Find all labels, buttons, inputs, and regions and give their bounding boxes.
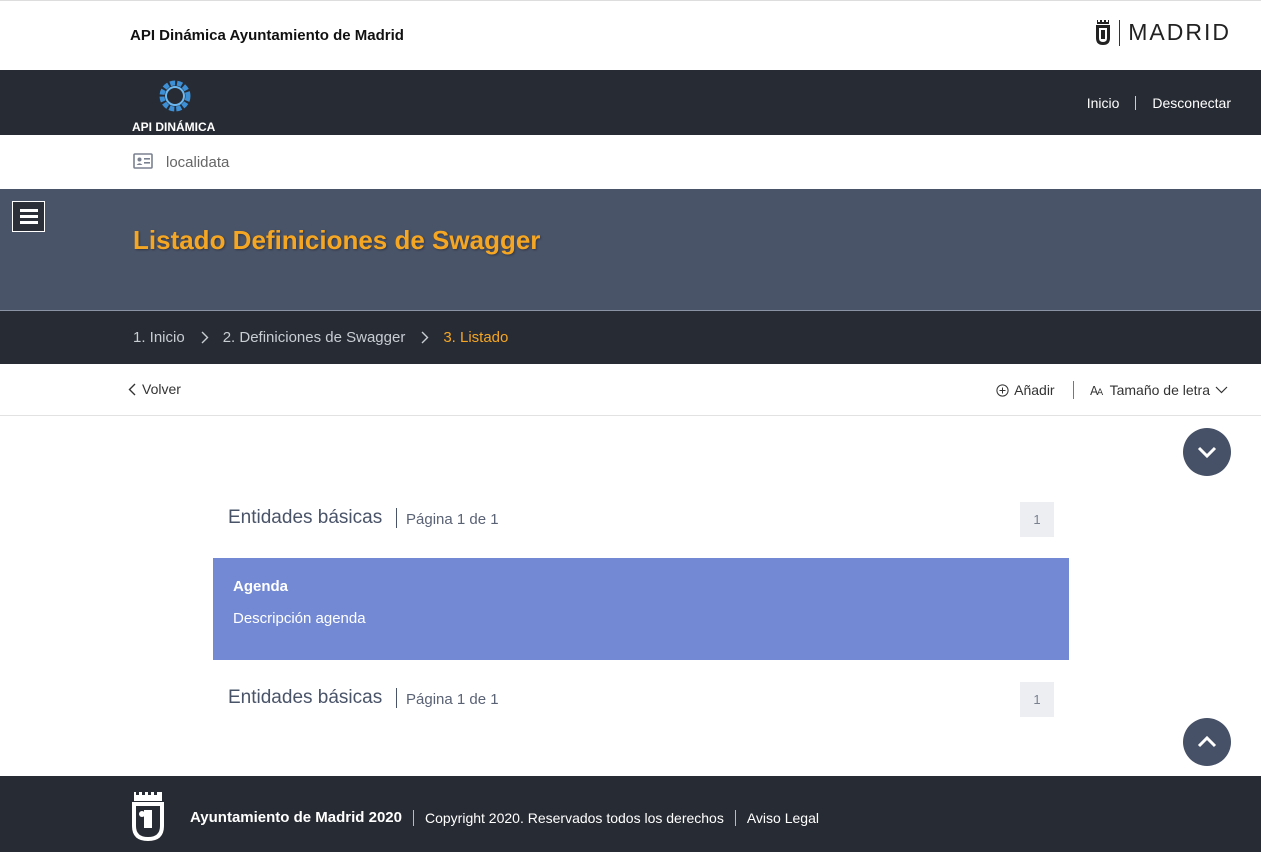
hamburger-icon	[19, 209, 38, 212]
footer-divider	[734, 809, 736, 826]
pagination-page-button[interactable]: 1	[1020, 682, 1054, 717]
font-size-dropdown[interactable]: AA Tamaño de letra	[1090, 382, 1228, 398]
user-name[interactable]: localidata	[166, 154, 229, 171]
chevron-right-icon	[201, 331, 209, 344]
footer-legal-link[interactable]: Aviso Legal	[747, 810, 819, 826]
breadcrumb: 1. Inicio 2. Definiciones de Swagger 3. …	[0, 310, 1261, 364]
page-title: Listado Definiciones de Swagger	[133, 225, 541, 255]
add-button[interactable]: Añadir	[996, 382, 1055, 398]
breadcrumb-item-listado: 3. Listado	[443, 329, 509, 346]
nav-link-desconectar[interactable]: Desconectar	[1152, 95, 1231, 111]
actions-bar: Volver Añadir AA Tamaño de letra	[0, 364, 1261, 416]
breadcrumb-item-definiciones[interactable]: 2. Definiciones de Swagger	[223, 329, 406, 346]
page-info: Página 1 de 1	[406, 691, 499, 708]
breadcrumb-item-inicio[interactable]: 1. Inicio	[133, 329, 185, 346]
back-label: Volver	[142, 381, 181, 397]
footer-org: Ayuntamiento de Madrid 2020	[190, 809, 402, 826]
hamburger-line	[19, 215, 38, 218]
hamburger-line	[19, 221, 38, 224]
chevron-left-icon	[128, 383, 136, 395]
page-hero: Listado Definiciones de Swagger	[0, 189, 1261, 310]
user-row: localidata	[0, 135, 1261, 189]
madrid-shield-icon	[1096, 19, 1111, 45]
page-info: Página 1 de 1	[406, 511, 499, 528]
font-size-icon: AA	[1090, 384, 1104, 396]
chevron-down-icon	[1215, 386, 1228, 394]
back-button[interactable]: Volver	[128, 381, 181, 397]
font-size-label: Tamaño de letra	[1109, 382, 1210, 398]
list-header-bottom: Entidades básicas Página 1 de 1 1	[213, 670, 1069, 730]
logo-text: API DINÁMICA	[132, 120, 216, 134]
list-item-description: Descripción agenda	[233, 610, 366, 627]
top-bar: API Dinámica Ayuntamiento de Madrid MADR…	[0, 0, 1261, 70]
list-title: Entidades básicas	[228, 507, 383, 528]
add-label: Añadir	[1014, 382, 1055, 398]
list-title: Entidades básicas	[228, 687, 383, 708]
main-navbar: API DINÁMICA Inicio Desconectar	[0, 70, 1261, 135]
nav-link-inicio[interactable]: Inicio	[1087, 95, 1120, 111]
scroll-down-button[interactable]	[1183, 428, 1231, 476]
list-item-title: Agenda	[233, 578, 289, 595]
list-header-divider	[396, 508, 397, 528]
list-header-top: Entidades básicas Página 1 de 1 1	[213, 490, 1069, 550]
nav-divider	[1135, 96, 1137, 110]
api-logo-ring-icon	[159, 80, 191, 112]
brand-divider	[1119, 19, 1121, 46]
madrid-shield-icon	[132, 792, 164, 841]
api-dinamica-logo[interactable]: API DINÁMICA	[131, 80, 221, 134]
nav-links: Inicio Desconectar	[1087, 95, 1231, 111]
chevron-up-icon	[1197, 736, 1217, 748]
plus-circle-icon	[996, 383, 1009, 397]
pagination-page-button[interactable]: 1	[1020, 502, 1054, 537]
id-card-icon	[133, 153, 153, 169]
footer-copyright: Copyright 2020. Reservados todos los der…	[425, 809, 724, 826]
chevron-down-icon	[1197, 446, 1217, 458]
svg-text:A: A	[1097, 388, 1104, 396]
brand-text: MADRID	[1128, 19, 1231, 45]
chevron-right-icon	[421, 331, 429, 344]
list-item[interactable]: Agenda Descripción agenda	[213, 558, 1069, 660]
site-title[interactable]: API Dinámica Ayuntamiento de Madrid	[130, 27, 404, 44]
scroll-up-button[interactable]	[1183, 718, 1231, 766]
menu-button[interactable]	[12, 201, 45, 232]
actions-divider	[1072, 381, 1074, 399]
footer: Ayuntamiento de Madrid 2020 Copyright 20…	[0, 776, 1261, 852]
list-header-divider	[396, 688, 397, 708]
madrid-brand[interactable]: MADRID	[1095, 19, 1231, 46]
footer-divider	[413, 809, 414, 826]
